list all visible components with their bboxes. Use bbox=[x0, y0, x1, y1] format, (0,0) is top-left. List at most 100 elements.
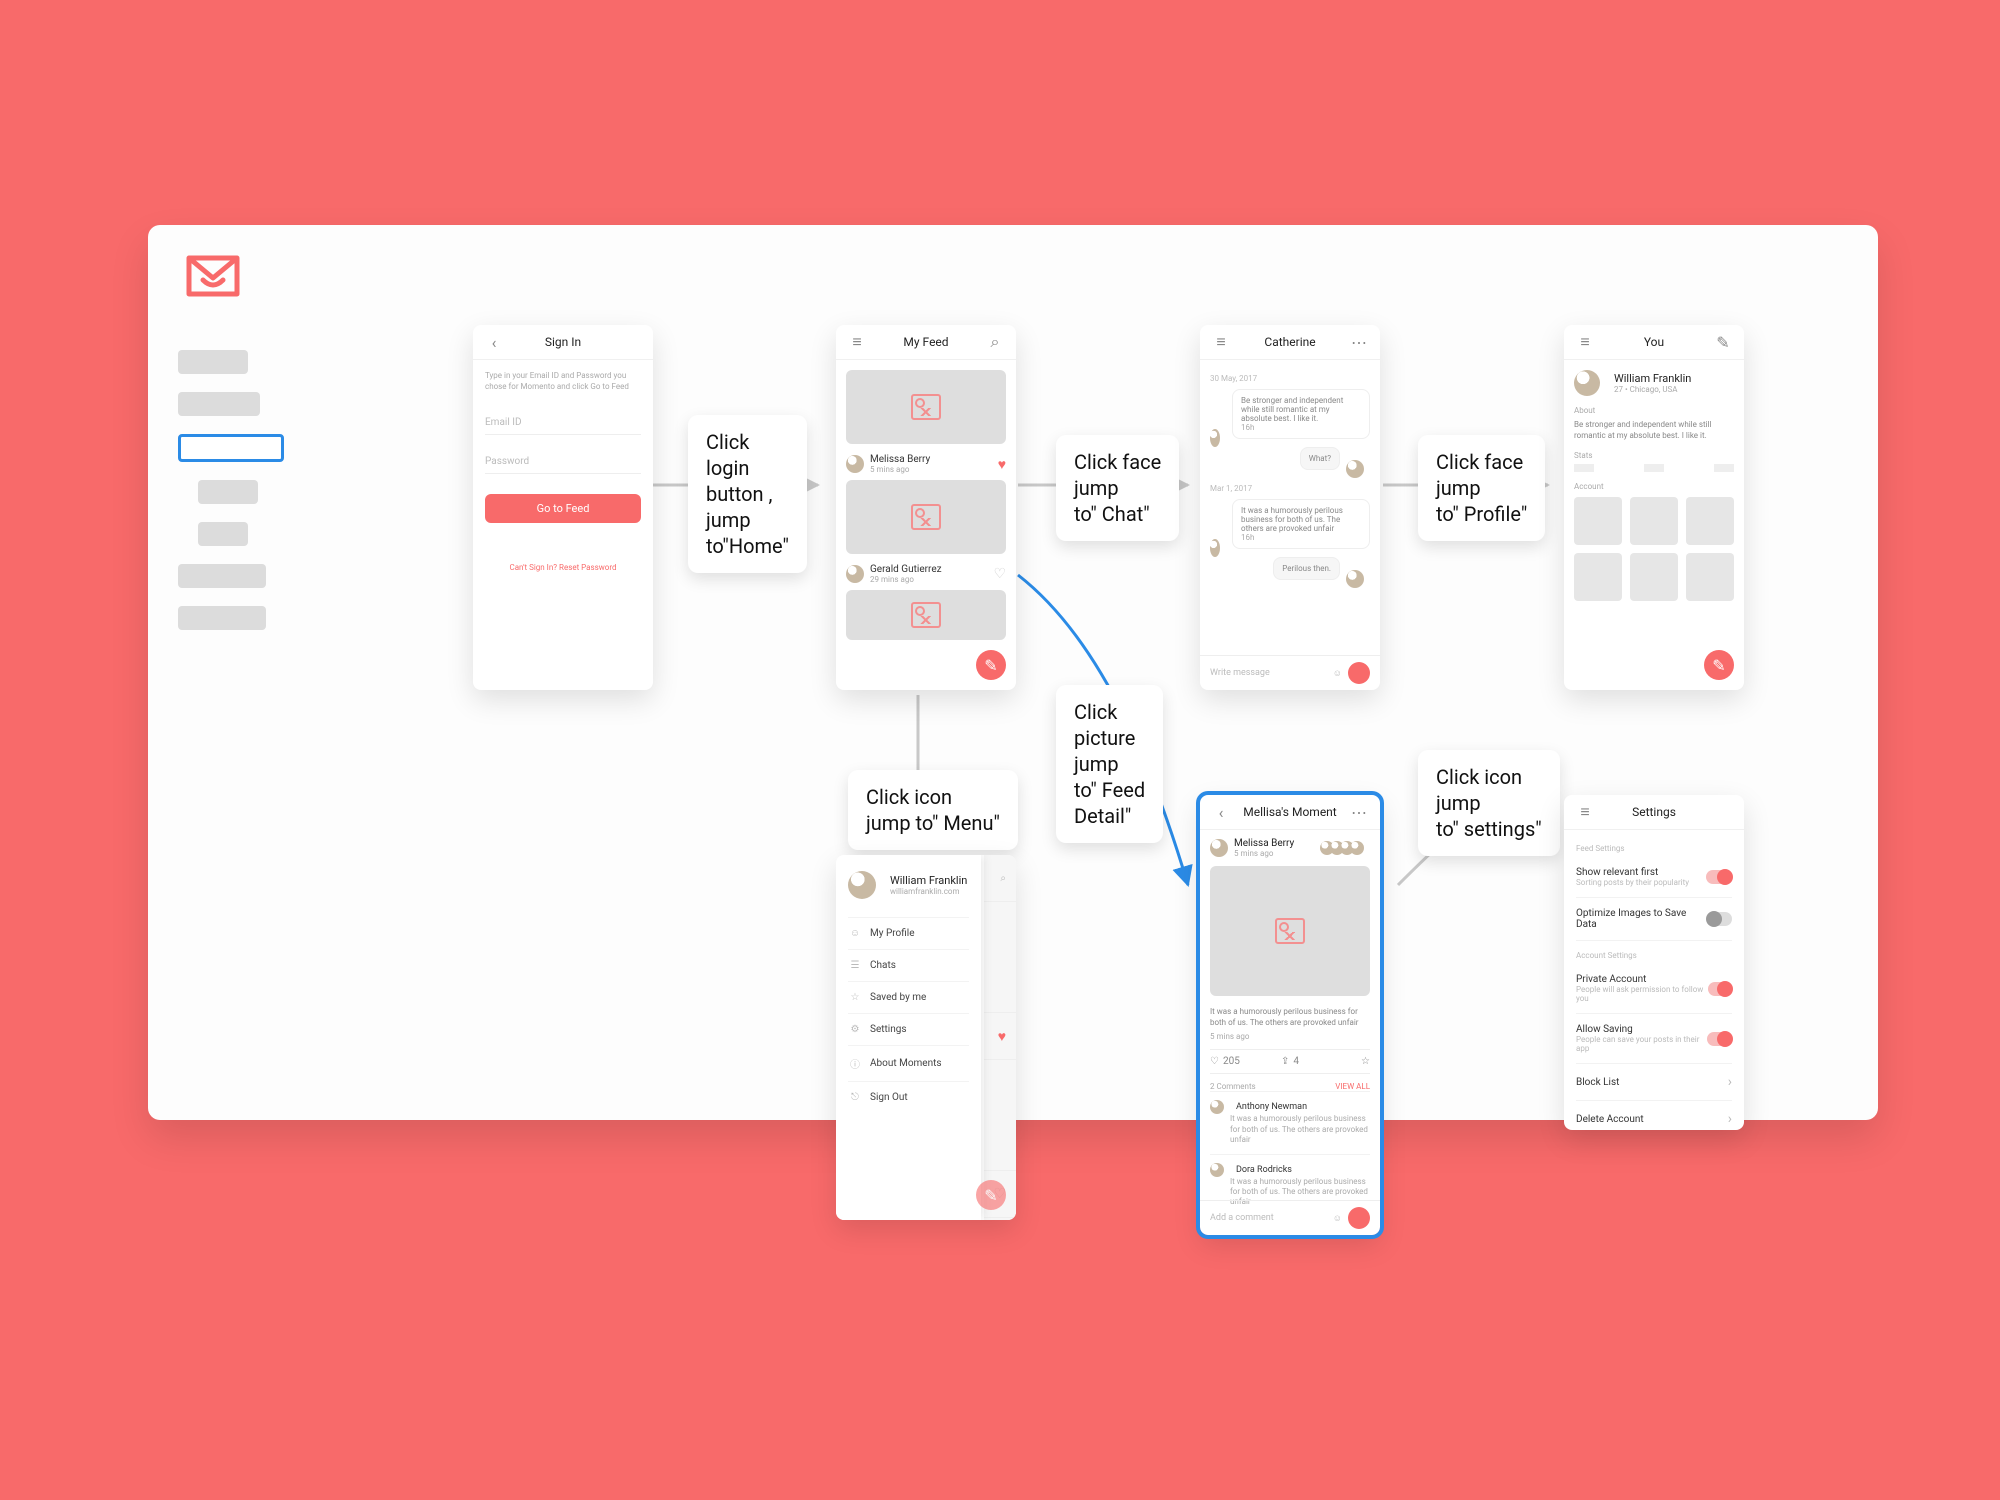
menu-icon[interactable]: ≡ bbox=[1570, 795, 1600, 829]
info-icon: ⓘ bbox=[848, 1056, 862, 1071]
heart-outline-icon: ♡ bbox=[1210, 1056, 1219, 1067]
more-icon[interactable]: ⋯ bbox=[1344, 795, 1374, 829]
drawer-profile[interactable]: William Franklinwilliamfranklin.com bbox=[848, 871, 969, 899]
feed-image[interactable] bbox=[846, 370, 1006, 444]
toggle-on[interactable] bbox=[1707, 1032, 1732, 1046]
toggle-off[interactable] bbox=[1707, 912, 1732, 926]
grid-cell[interactable] bbox=[1686, 497, 1734, 545]
compose-fab[interactable]: ✎ bbox=[976, 650, 1006, 680]
grid-cell[interactable] bbox=[1574, 497, 1622, 545]
back-icon[interactable]: ‹ bbox=[1206, 795, 1236, 829]
canvas: Click login button , jump to"Home" Click… bbox=[148, 225, 1878, 1120]
edit-icon[interactable]: ✎ bbox=[1708, 325, 1738, 359]
setting-row[interactable]: Allow SavingPeople can save your posts i… bbox=[1576, 1014, 1732, 1064]
flow-label-detail: Click picture jump to" Feed Detail" bbox=[1056, 685, 1163, 843]
detail-image[interactable] bbox=[1210, 866, 1370, 996]
setting-row[interactable]: Optimize Images to Save Data bbox=[1576, 898, 1732, 941]
share-icon: ⇪ bbox=[1281, 1056, 1289, 1067]
heart-icon[interactable]: ♥ bbox=[998, 456, 1006, 473]
profile-meta: 27 • Chicago, USA bbox=[1614, 385, 1691, 394]
message-time: 16h bbox=[1241, 423, 1361, 432]
setting-row[interactable]: Delete Account› bbox=[1576, 1101, 1732, 1130]
screen-title: Mellisa's Moment bbox=[1243, 805, 1336, 819]
screen-chat[interactable]: ≡ Catherine ⋯ 30 May, 2017 Be stronger a… bbox=[1200, 325, 1380, 690]
intro-text: Type in your Email ID and Password you c… bbox=[485, 370, 641, 392]
view-all-link[interactable]: VIEW ALL bbox=[1335, 1082, 1370, 1091]
grid-cell[interactable] bbox=[1630, 553, 1678, 601]
send-button[interactable] bbox=[1348, 1207, 1370, 1229]
avatar[interactable] bbox=[1210, 429, 1220, 447]
search-icon[interactable]: ⌕ bbox=[980, 325, 1010, 359]
avatar[interactable] bbox=[1346, 460, 1364, 478]
image-icon bbox=[911, 602, 941, 628]
setting-row[interactable]: Private AccountPeople will ask permissio… bbox=[1576, 964, 1732, 1014]
sidebar-slot-active[interactable] bbox=[178, 434, 284, 462]
avatar[interactable] bbox=[846, 455, 864, 473]
grid-cell[interactable] bbox=[1574, 553, 1622, 601]
menu-item-signout[interactable]: ⎋Sign Out bbox=[848, 1081, 969, 1113]
reset-password-link[interactable]: Can't Sign In? Reset Password bbox=[485, 563, 641, 572]
chat-input[interactable]: Write message ☺ bbox=[1200, 655, 1380, 690]
feed-post-header[interactable]: Gerald Gutierrez29 mins ago ♡ bbox=[846, 564, 1006, 584]
screen-feed-detail[interactable]: ‹ Mellisa's Moment ⋯ Melissa Berry5 mins… bbox=[1200, 795, 1380, 1235]
screen-settings[interactable]: ≡ Settings Feed Settings Show relevant f… bbox=[1564, 795, 1744, 1130]
chat-message-self: Perilous then. bbox=[1210, 557, 1370, 588]
section-header: Stats bbox=[1574, 451, 1734, 460]
section-header: Feed Settings bbox=[1576, 844, 1732, 853]
feed-image[interactable] bbox=[846, 590, 1006, 640]
share-button[interactable]: ⇪4 bbox=[1263, 1056, 1316, 1067]
toggle-on[interactable] bbox=[1706, 870, 1732, 884]
compose-fab[interactable]: ✎ bbox=[976, 1180, 1006, 1210]
chat-message: It was a humorously perilous business fo… bbox=[1210, 499, 1370, 557]
compose-fab[interactable]: ✎ bbox=[1704, 650, 1734, 680]
search-icon[interactable]: ⌕ bbox=[1000, 873, 1006, 884]
screen-title: You bbox=[1644, 335, 1664, 349]
feed-post-header[interactable]: Melissa Berry5 mins ago ♥ bbox=[846, 454, 1006, 474]
grid-cell[interactable] bbox=[1686, 553, 1734, 601]
more-icon[interactable]: ⋯ bbox=[1344, 325, 1374, 359]
avatar[interactable] bbox=[1210, 1100, 1224, 1114]
grid-cell[interactable] bbox=[1630, 497, 1678, 545]
back-icon[interactable]: ‹ bbox=[479, 325, 509, 359]
message-text: It was a humorously perilous business fo… bbox=[1241, 506, 1343, 533]
email-field[interactable]: Email ID bbox=[485, 410, 641, 435]
avatar[interactable] bbox=[1210, 1163, 1224, 1177]
viewer-avatar bbox=[1350, 841, 1364, 855]
setting-row[interactable]: Block List› bbox=[1576, 1064, 1732, 1101]
bookmark-button[interactable]: ☆ bbox=[1317, 1056, 1370, 1067]
menu-item-profile[interactable]: ☺My Profile bbox=[848, 917, 969, 949]
screen-signin[interactable]: ‹ Sign In Type in your Email ID and Pass… bbox=[473, 325, 653, 690]
password-field[interactable]: Password bbox=[485, 449, 641, 474]
flow-label-profile: Click face jump to" Profile" bbox=[1418, 435, 1545, 541]
avatar[interactable] bbox=[846, 565, 864, 583]
avatar[interactable] bbox=[1210, 539, 1220, 557]
avatar[interactable] bbox=[1210, 839, 1228, 857]
menu-icon[interactable]: ≡ bbox=[1206, 325, 1236, 359]
heart-outline-icon[interactable]: ♡ bbox=[993, 566, 1006, 582]
toggle-on[interactable] bbox=[1708, 982, 1732, 996]
smile-icon[interactable]: ☺ bbox=[1333, 668, 1342, 679]
smile-icon[interactable]: ☺ bbox=[1333, 1213, 1342, 1224]
setting-row[interactable]: Show relevant firstSorting posts by thei… bbox=[1576, 857, 1732, 898]
menu-item-about[interactable]: ⓘAbout Moments bbox=[848, 1045, 969, 1081]
heart-icon[interactable]: ♥ bbox=[998, 1028, 1006, 1045]
sidebar-slot bbox=[178, 606, 266, 630]
menu-icon[interactable]: ≡ bbox=[842, 325, 872, 359]
like-button[interactable]: ♡205 bbox=[1210, 1056, 1263, 1067]
feed-image[interactable] bbox=[846, 480, 1006, 554]
send-button[interactable] bbox=[1348, 662, 1370, 684]
author-name: Melissa Berry bbox=[870, 454, 998, 465]
menu-item-chats[interactable]: ☰Chats bbox=[848, 949, 969, 981]
menu-icon[interactable]: ≡ bbox=[1570, 325, 1600, 359]
go-to-feed-button[interactable]: Go to Feed bbox=[485, 494, 641, 523]
screen-feed[interactable]: ≡ My Feed ⌕ Melissa Berry5 mins ago ♥ Ge… bbox=[836, 325, 1016, 690]
menu-item-saved[interactable]: ☆Saved by me bbox=[848, 981, 969, 1013]
screen-profile[interactable]: ≡ You ✎ William Franklin27 • Chicago, US… bbox=[1564, 325, 1744, 690]
comment-input[interactable]: Add a comment ☺ bbox=[1200, 1200, 1380, 1235]
avatar[interactable] bbox=[1574, 370, 1600, 396]
avatar[interactable] bbox=[1346, 570, 1364, 588]
backdrop: ⌕ ♥ ♡ bbox=[984, 855, 1016, 1220]
sidebar-slot bbox=[198, 522, 248, 546]
screen-menu[interactable]: ⌕ ♥ ♡ William Franklinwilliamfranklin.co… bbox=[836, 855, 1016, 1220]
menu-item-settings[interactable]: ⚙Settings bbox=[848, 1013, 969, 1045]
